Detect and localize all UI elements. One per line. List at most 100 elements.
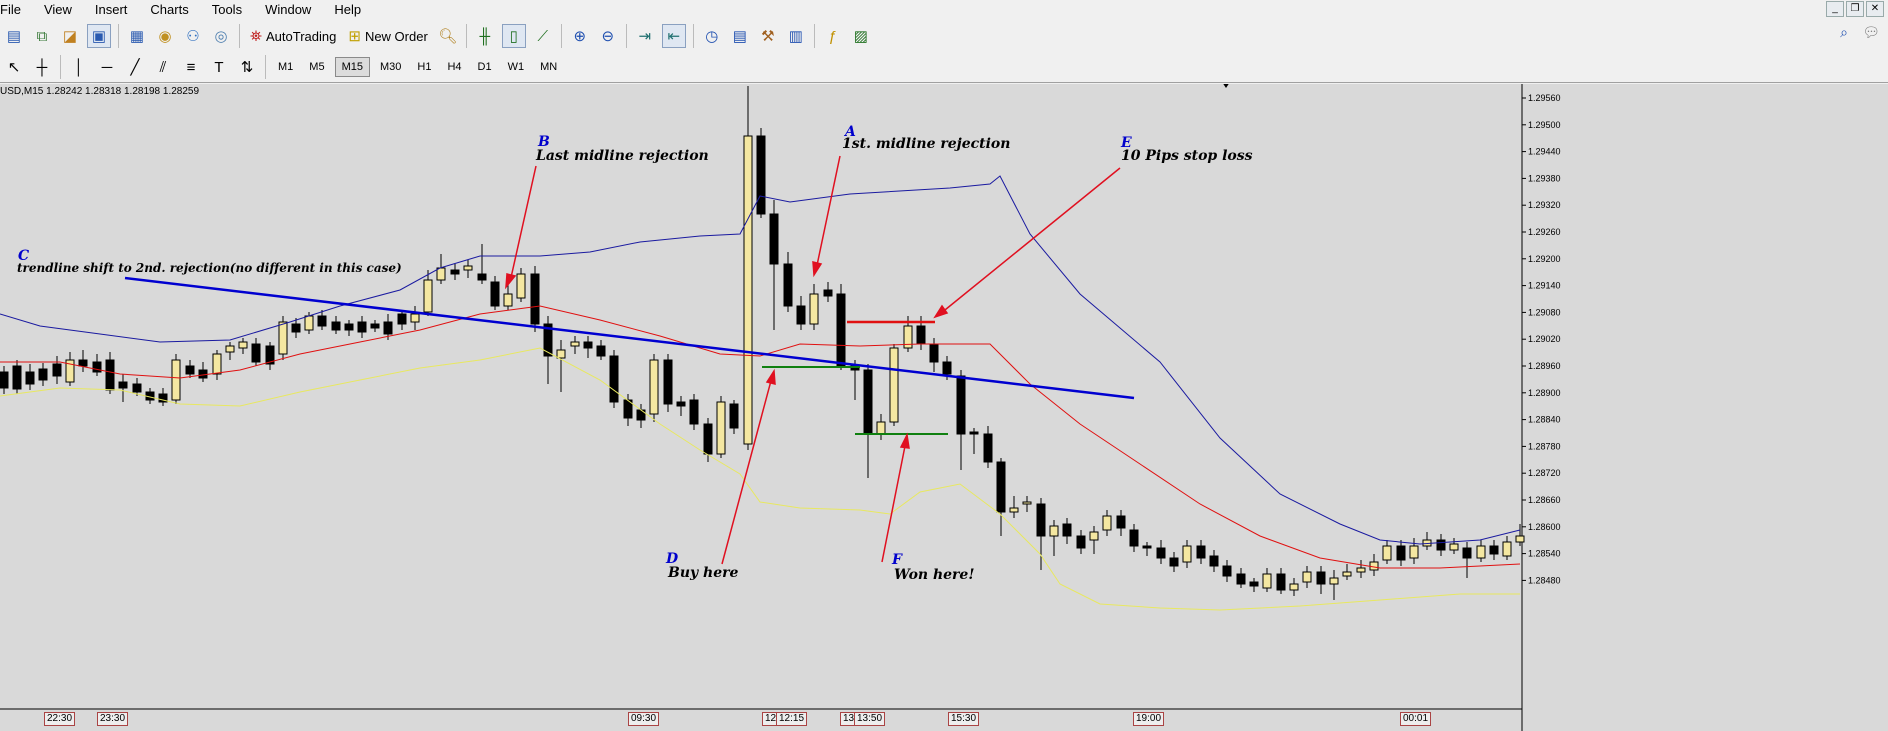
bullish-candle <box>570 341 580 347</box>
price-chart[interactable]: 1.29560 1.29500 1.29440 1.29380 1.29320 1.292… <box>0 84 1888 731</box>
arrow-e-head <box>933 304 949 319</box>
price-tick-label: 1.28660 <box>1528 495 1561 505</box>
cursor-icon[interactable]: ↖ <box>3 56 25 78</box>
time-tick: 22:30 <box>44 712 76 726</box>
bearish-candle <box>331 321 341 331</box>
bullish-candle <box>171 359 181 401</box>
trendline-icon[interactable]: ╱ <box>124 56 146 78</box>
terminal-icon[interactable]: ◉ <box>154 25 176 47</box>
tf-h1[interactable]: H1 <box>411 58 437 76</box>
bullish-candle <box>809 293 819 325</box>
fibonacci-icon[interactable]: ≡ <box>180 56 202 78</box>
trendline[interactable] <box>124 276 1135 400</box>
new-order-button[interactable]: ⊞ New Order <box>342 24 433 48</box>
bearish-candle <box>52 363 62 377</box>
signals-icon[interactable]: ◎ <box>210 25 232 47</box>
menu-file[interactable]: File <box>0 2 30 17</box>
bearish-candle <box>1489 545 1499 555</box>
tf-h4[interactable]: H4 <box>441 58 467 76</box>
tools-icon[interactable]: ⚒ <box>757 25 779 47</box>
tf-d1[interactable]: D1 <box>472 58 498 76</box>
tf-mn[interactable]: MN <box>534 58 563 76</box>
bullish-candle <box>463 265 473 271</box>
bullish-candle <box>743 135 753 445</box>
close-icon[interactable]: ✕ <box>1866 1 1884 17</box>
search-icon[interactable]: 🔍︎ <box>437 25 459 47</box>
price-tick-label: 1.28540 <box>1528 549 1561 559</box>
price-tick-label: 1.28480 <box>1528 575 1561 585</box>
bearish-candle <box>1462 547 1472 559</box>
time-tick: 12:15 <box>776 712 808 726</box>
bearish-candle <box>92 361 102 373</box>
arrows-icon[interactable]: ⇅ <box>236 56 258 78</box>
bullish-candle <box>1009 507 1019 513</box>
market-watch-icon[interactable]: ◪ <box>59 25 81 47</box>
menu-insert[interactable]: Insert <box>95 2 137 17</box>
bearish-candle <box>450 269 460 275</box>
equidistant-channel-icon[interactable]: ⫽ <box>152 56 174 78</box>
bar-chart-icon[interactable]: ╫ <box>474 25 496 47</box>
bearish-candle <box>25 371 35 385</box>
chart-shift-marker <box>1223 84 1229 88</box>
indicators-list-icon[interactable]: ▥ <box>785 25 807 47</box>
indicators-icon[interactable]: ƒ <box>822 25 844 47</box>
chart-templates-icon[interactable]: ▨ <box>850 25 872 47</box>
crosshair-icon[interactable]: ┼ <box>31 56 53 78</box>
price-tick-label: 1.28900 <box>1528 388 1561 398</box>
menu-tools[interactable]: Tools <box>212 2 251 17</box>
vertical-line-icon[interactable]: │ <box>68 56 90 78</box>
bullish-candle <box>1476 545 1486 559</box>
tf-m1[interactable]: M1 <box>272 58 299 76</box>
text-icon[interactable]: T <box>208 56 230 78</box>
menu-view[interactable]: View <box>44 2 81 17</box>
menu-window[interactable]: Window <box>265 2 320 17</box>
middle-band <box>0 305 1521 569</box>
tf-m15[interactable]: M15 <box>334 57 370 77</box>
price-tick-label: 1.29560 <box>1528 93 1561 103</box>
tf-w1[interactable]: W1 <box>502 58 531 76</box>
zoom-out-icon[interactable]: ⊖ <box>597 25 619 47</box>
autotrading-button[interactable]: ⛯ AutoTrading <box>244 24 342 48</box>
menu-charts[interactable]: Charts <box>150 2 197 17</box>
search-icon[interactable]: ⌕ <box>1840 24 1848 41</box>
bullish-candle <box>556 349 566 359</box>
bearish-candle <box>983 433 993 463</box>
bullish-candle <box>1049 525 1059 537</box>
autoscroll-icon[interactable]: ⇥ <box>634 25 656 47</box>
arrow-f <box>881 440 907 563</box>
chat-icon[interactable]: 💬︎ <box>1862 24 1880 41</box>
price-tick-label: 1.29440 <box>1528 147 1561 157</box>
tf-m5[interactable]: M5 <box>303 58 330 76</box>
templates-icon[interactable]: ▤ <box>729 25 751 47</box>
bullish-candle <box>1102 515 1112 531</box>
bearish-candle <box>1209 555 1219 567</box>
tf-m30[interactable]: M30 <box>374 58 407 76</box>
bearish-candle <box>1156 547 1166 559</box>
bearish-candle <box>756 135 766 215</box>
price-tick-label: 1.29500 <box>1528 120 1561 130</box>
price-tick-label: 1.29020 <box>1528 334 1561 344</box>
horizontal-line-icon[interactable]: ─ <box>96 56 118 78</box>
periods-icon[interactable]: ◷ <box>701 25 723 47</box>
new-chart-icon[interactable]: ▤ <box>3 25 25 47</box>
bearish-candle <box>105 359 115 391</box>
bullish-candle <box>1182 545 1192 563</box>
data-window-icon[interactable]: ▦ <box>126 25 148 47</box>
price-tick-label: 1.29140 <box>1528 281 1561 291</box>
chart-shift-icon[interactable]: ⇤ <box>661 24 686 48</box>
zoom-in-icon[interactable]: ⊕ <box>569 25 591 47</box>
line-chart-icon[interactable]: ⟋ <box>532 25 554 47</box>
candlestick-icon[interactable]: ▯ <box>501 24 526 48</box>
strategy-tester-icon[interactable]: ⚇ <box>182 25 204 47</box>
bullish-candle <box>1262 573 1272 589</box>
minimize-icon[interactable]: _ <box>1826 1 1844 17</box>
bearish-candle <box>676 401 686 407</box>
profiles-icon[interactable]: ⧉ <box>31 25 53 47</box>
bullish-candle <box>1356 567 1366 573</box>
chart-window[interactable]: 1.29560 1.29500 1.29440 1.29380 1.29320 1.292… <box>0 84 1888 731</box>
bearish-candle <box>823 289 833 297</box>
restore-icon[interactable]: ❐ <box>1846 1 1864 17</box>
bearish-candle <box>783 263 793 307</box>
menu-help[interactable]: Help <box>334 2 370 17</box>
navigator-icon[interactable]: ▣ <box>87 24 111 48</box>
